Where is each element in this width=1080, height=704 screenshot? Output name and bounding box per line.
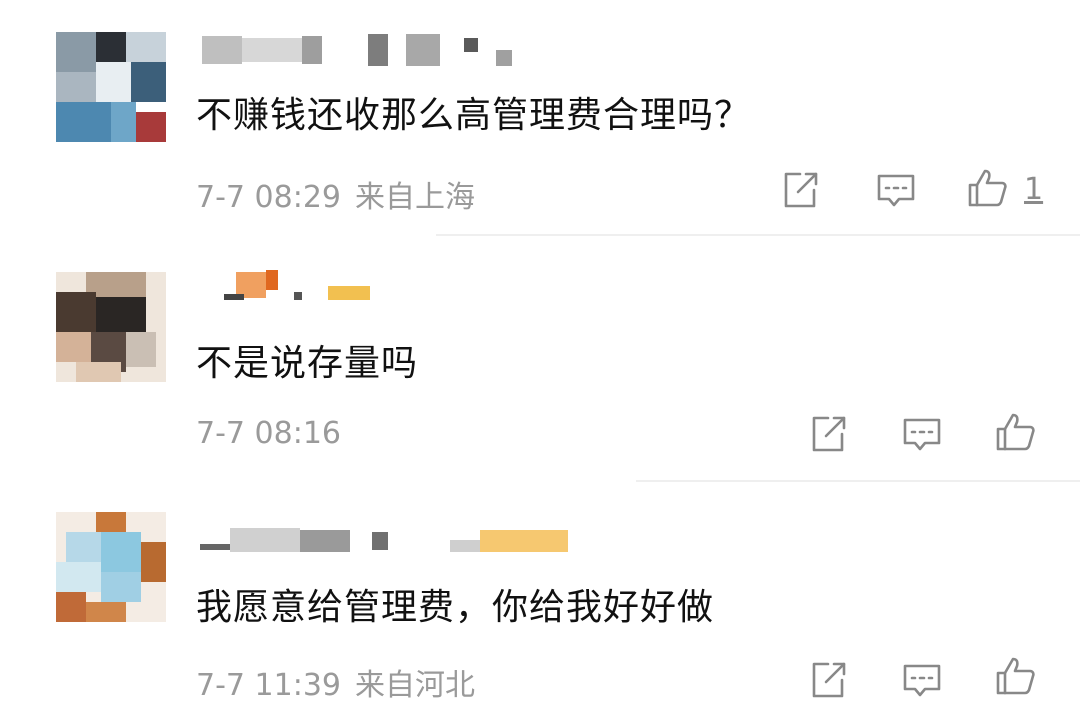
comment-reply-button[interactable]: [874, 168, 918, 212]
thumbs-up-icon: [996, 657, 1035, 695]
repost-button[interactable]: [806, 412, 850, 456]
avatar[interactable]: [56, 32, 166, 142]
comment-item: 不是说存量吗 7-7 08:16: [0, 236, 1080, 482]
comment-icon: [903, 418, 941, 451]
repost-icon: [784, 172, 818, 208]
comment-reply-button[interactable]: [900, 412, 944, 456]
username-obscured[interactable]: [196, 34, 526, 66]
comment-text: 不赚钱还收那么高管理费合理吗？: [196, 95, 752, 136]
thumbs-up-icon: [996, 413, 1035, 451]
username-obscured[interactable]: [196, 522, 586, 552]
comment-date: 7-7 08:29: [196, 180, 341, 215]
avatar[interactable]: [56, 512, 166, 622]
repost-button[interactable]: [806, 658, 850, 702]
comment-item: 不赚钱还收那么高管理费合理吗？ 7-7 08:29 来自上海 1: [0, 0, 1080, 236]
comment-icon: [877, 174, 915, 207]
comment-meta: 7-7 11:39 来自河北: [196, 660, 475, 704]
comment-date: 7-7 11:39: [196, 668, 341, 703]
comment-item: 我愿意给管理费，你给我好好做 7-7 11:39 来自河北: [0, 482, 1080, 703]
comment-location: 来自河北: [355, 668, 475, 703]
comment-meta: 7-7 08:16: [196, 416, 355, 451]
repost-icon: [812, 416, 846, 452]
like-count: 1: [1024, 172, 1044, 207]
username-obscured[interactable]: [196, 270, 396, 300]
like-button[interactable]: [994, 654, 1038, 698]
repost-button[interactable]: [778, 168, 822, 212]
comment-reply-button[interactable]: [900, 658, 944, 702]
comment-meta: 7-7 08:29 来自上海: [196, 172, 475, 216]
thumbs-up-icon: [968, 169, 1007, 207]
comment-date: 7-7 08:16: [196, 416, 341, 451]
comment-text: 我愿意给管理费，你给我好好做: [196, 587, 715, 628]
comment-icon: [903, 664, 941, 697]
repost-icon: [812, 662, 846, 698]
comment-text: 不是说存量吗: [196, 343, 419, 384]
comment-location: 来自上海: [355, 180, 475, 215]
like-button[interactable]: [994, 410, 1038, 454]
avatar[interactable]: [56, 272, 166, 382]
like-button[interactable]: [966, 166, 1010, 210]
